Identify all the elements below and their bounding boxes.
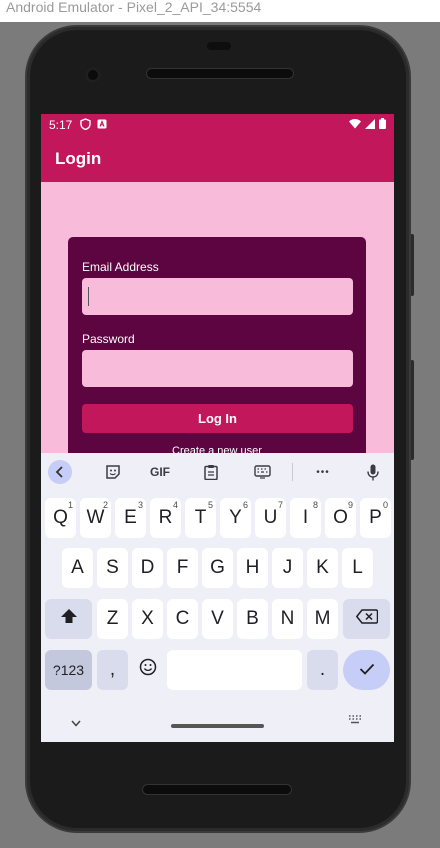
toolbar-divider — [292, 463, 293, 481]
battery-icon — [379, 118, 386, 132]
key-t[interactable]: T5 — [185, 498, 216, 538]
key-j[interactable]: J — [272, 548, 303, 588]
shift-key[interactable] — [45, 599, 92, 639]
phone-speaker-top — [147, 69, 293, 78]
wifi-icon — [349, 118, 361, 132]
key-c[interactable]: C — [167, 599, 198, 639]
login-card: Email Address Password Log In Create a n… — [68, 237, 366, 477]
microphone-icon[interactable] — [361, 460, 385, 484]
gif-button[interactable]: GIF — [145, 460, 175, 484]
chevron-left-icon[interactable] — [48, 460, 72, 484]
shield-icon — [80, 117, 92, 133]
password-field[interactable] — [82, 350, 353, 387]
key-e[interactable]: E3 — [115, 498, 146, 538]
shift-icon — [60, 608, 78, 630]
checkmark-icon — [359, 659, 375, 681]
device-screen: 5:17 Login Email Address Password Log In… — [41, 114, 394, 742]
key-z[interactable]: Z — [97, 599, 128, 639]
email-label: Email Address — [82, 260, 159, 274]
status-bar: 5:17 — [41, 114, 394, 136]
page-title: Login — [55, 149, 102, 168]
emoji-key[interactable] — [132, 650, 163, 690]
space-key[interactable] — [167, 650, 302, 690]
clipboard-icon[interactable] — [199, 460, 223, 484]
key-v[interactable]: V — [202, 599, 233, 639]
status-time: 5:17 — [49, 118, 73, 132]
password-label: Password — [82, 332, 135, 346]
comma-key[interactable]: , — [97, 650, 128, 690]
app-bar: Login — [41, 136, 394, 182]
emoji-icon — [139, 658, 157, 682]
symbols-key[interactable]: ?123 — [45, 650, 92, 690]
signal-icon — [365, 118, 375, 132]
keyboard-switch-icon[interactable] — [348, 714, 362, 728]
key-u[interactable]: U7 — [255, 498, 286, 538]
key-w[interactable]: W2 — [80, 498, 111, 538]
key-f[interactable]: F — [167, 548, 198, 588]
login-button[interactable]: Log In — [82, 404, 353, 433]
key-q[interactable]: Q1 — [45, 498, 76, 538]
key-p[interactable]: P0 — [360, 498, 391, 538]
keyboard-toolbar: GIF ••• — [41, 453, 394, 491]
backspace-icon — [355, 608, 378, 630]
navigation-bar — [41, 708, 394, 742]
phone-speaker-bottom — [143, 785, 291, 794]
key-d[interactable]: D — [132, 548, 163, 588]
text-caret — [88, 287, 89, 306]
key-s[interactable]: S — [97, 548, 128, 588]
key-l[interactable]: L — [342, 548, 373, 588]
key-b[interactable]: B — [237, 599, 268, 639]
enter-key[interactable] — [343, 650, 390, 690]
key-r[interactable]: R4 — [150, 498, 181, 538]
keyboard-settings-icon[interactable] — [249, 460, 275, 484]
key-o[interactable]: O9 — [325, 498, 356, 538]
period-key[interactable]: . — [307, 650, 338, 690]
key-a[interactable]: A — [62, 548, 93, 588]
notification-a-icon — [97, 119, 107, 132]
key-m[interactable]: M — [307, 599, 338, 639]
key-k[interactable]: K — [307, 548, 338, 588]
key-g[interactable]: G — [202, 548, 233, 588]
backspace-key[interactable] — [343, 599, 390, 639]
window-title: Android Emulator - Pixel_2_API_34:5554 — [0, 0, 440, 22]
email-field[interactable] — [82, 278, 353, 315]
front-camera — [85, 67, 101, 83]
key-i[interactable]: I8 — [290, 498, 321, 538]
key-x[interactable]: X — [132, 599, 163, 639]
key-h[interactable]: H — [237, 548, 268, 588]
home-handle[interactable] — [171, 724, 264, 728]
phone-earpiece — [207, 42, 231, 50]
chevron-down-icon[interactable] — [71, 716, 81, 730]
sticker-icon[interactable] — [101, 460, 125, 484]
soft-keyboard: GIF ••• Q1 W2 E3 R4 T5 Y6 U7 I8 O9 P0 A … — [41, 453, 394, 742]
more-options-button[interactable]: ••• — [309, 460, 337, 484]
key-y[interactable]: Y6 — [220, 498, 251, 538]
key-n[interactable]: N — [272, 599, 303, 639]
